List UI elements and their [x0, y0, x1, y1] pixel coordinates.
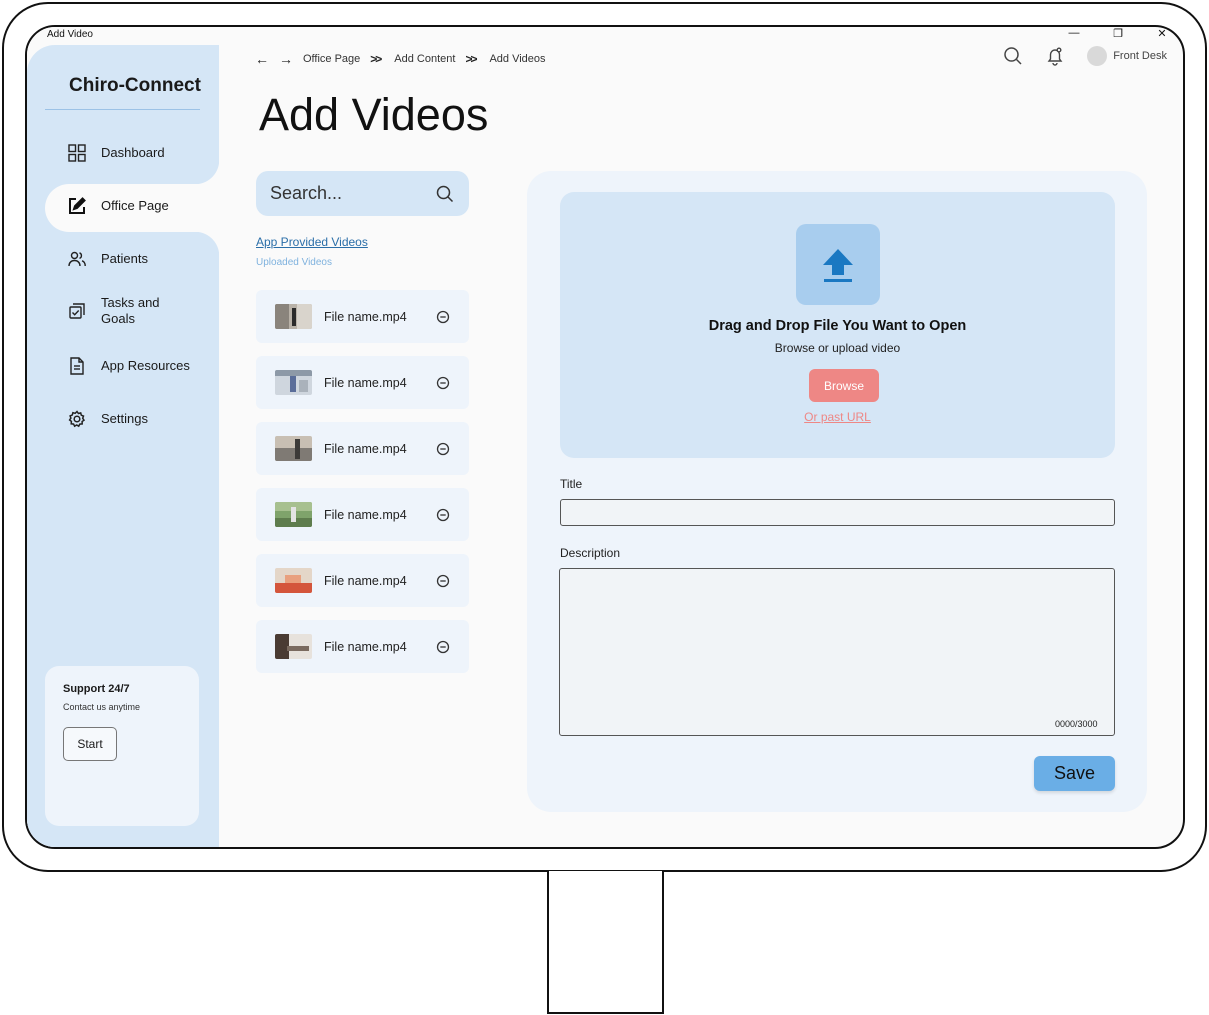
list-item[interactable]: File name.mp4 [256, 290, 469, 343]
sidebar: Chiro-Connect Dashboard Office Page Pati… [27, 27, 219, 847]
document-icon [70, 357, 84, 375]
users-icon [68, 251, 86, 267]
upload-arrow-icon [823, 248, 853, 282]
video-thumbnail [275, 436, 312, 461]
double-chevron-icon: >> [465, 52, 477, 66]
file-name: File name.mp4 [324, 441, 407, 456]
list-item[interactable]: File name.mp4 [256, 488, 469, 541]
sidebar-item-tasks-and-goals[interactable]: Tasks and Goals [67, 295, 171, 327]
support-title: Support 24/7 [63, 683, 130, 695]
video-thumbnail [275, 634, 312, 659]
window-controls: — ❐ ✕ [1067, 27, 1169, 40]
breadcrumb: ← → Office Page >> Add Content >> Add Vi… [255, 51, 546, 67]
character-counter: 0000/3000 [1055, 719, 1098, 729]
app-window: Chiro-Connect Dashboard Office Page Pati… [25, 25, 1185, 849]
description-label: Description [560, 546, 621, 560]
file-name: File name.mp4 [324, 375, 407, 390]
dashboard-grid-icon [68, 144, 86, 162]
dropzone-subtitle: Browse or upload video [774, 341, 901, 355]
brand-divider [45, 109, 200, 110]
support-subtitle: Contact us anytime [63, 702, 141, 712]
double-chevron-icon: >> [370, 52, 382, 66]
forward-arrow-icon[interactable]: → [279, 51, 293, 67]
edit-square-icon [69, 197, 86, 214]
sidebar-item-label: Patients [101, 251, 148, 266]
search-icon[interactable] [1003, 46, 1023, 66]
support-card: Support 24/7 Contact us anytime Start [45, 666, 199, 826]
list-item[interactable]: File name.mp4 [256, 620, 469, 673]
sidebar-item-label: App Resources [101, 358, 190, 373]
tab-uploaded-videos[interactable]: Uploaded Videos [256, 257, 332, 268]
title-label: Title [560, 477, 583, 491]
breadcrumb-office-page[interactable]: Office Page [303, 53, 360, 65]
sidebar-item-label: Settings [101, 411, 148, 426]
file-dropzone[interactable]: Drag and Drop File You Want to Open Brow… [560, 192, 1115, 458]
user-menu[interactable]: Front Desk [1087, 46, 1167, 66]
sidebar-item-label: Dashboard [101, 145, 165, 160]
file-name: File name.mp4 [324, 573, 407, 588]
paste-url-link[interactable]: Or past URL [560, 410, 1115, 424]
sidebar-item-label: Office Page [101, 198, 169, 213]
video-thumbnail [275, 304, 312, 329]
close-button[interactable]: ✕ [1155, 27, 1169, 40]
description-field[interactable] [559, 568, 1115, 736]
gear-icon [68, 410, 86, 428]
list-item[interactable]: File name.mp4 [256, 422, 469, 475]
window-title: Add Video [47, 29, 93, 40]
sidebar-item-label: Tasks and Goals [101, 295, 160, 326]
header-actions: Front Desk [1003, 46, 1167, 66]
file-name: File name.mp4 [324, 639, 407, 654]
remove-circle-icon[interactable] [436, 640, 450, 654]
file-name: File name.mp4 [324, 507, 407, 522]
sidebar-item-office-page[interactable]: Office Page [67, 196, 169, 216]
tasks-icon [69, 303, 85, 319]
user-name: Front Desk [1113, 49, 1167, 62]
breadcrumb-add-videos: Add Videos [489, 53, 546, 65]
file-name: File name.mp4 [324, 309, 407, 324]
breadcrumb-add-content[interactable]: Add Content [394, 53, 455, 65]
sidebar-item-app-resources[interactable]: App Resources [67, 356, 190, 376]
list-item[interactable]: File name.mp4 [256, 356, 469, 409]
remove-circle-icon[interactable] [436, 574, 450, 588]
avatar [1087, 46, 1108, 66]
sidebar-item-settings[interactable]: Settings [67, 409, 148, 429]
remove-circle-icon[interactable] [436, 310, 450, 324]
page-title: Add Videos [259, 89, 489, 140]
remove-circle-icon[interactable] [436, 376, 450, 390]
tab-app-provided-videos[interactable]: App Provided Videos [256, 235, 368, 249]
video-thumbnail [275, 502, 312, 527]
minimize-button[interactable]: — [1067, 27, 1081, 40]
monitor-stand [547, 871, 664, 1014]
back-arrow-icon[interactable]: ← [255, 51, 269, 67]
notification-bell-icon[interactable] [1045, 46, 1065, 66]
dropzone-title: Drag and Drop File You Want to Open [708, 318, 967, 334]
video-thumbnail [275, 370, 312, 395]
restore-button[interactable]: ❐ [1111, 27, 1125, 40]
list-item[interactable]: File name.mp4 [256, 554, 469, 607]
browse-button[interactable]: Browse [809, 369, 879, 402]
remove-circle-icon[interactable] [436, 442, 450, 456]
title-field[interactable] [560, 499, 1115, 526]
brand-logo: Chiro-Connect [69, 75, 201, 96]
remove-circle-icon[interactable] [436, 508, 450, 522]
video-thumbnail [275, 568, 312, 593]
upload-tile [796, 224, 880, 305]
sidebar-item-dashboard[interactable]: Dashboard [67, 143, 165, 163]
save-button[interactable]: Save [1034, 756, 1115, 791]
search-bar [256, 171, 469, 216]
search-icon[interactable] [435, 184, 455, 204]
upload-panel: Drag and Drop File You Want to Open Brow… [527, 171, 1147, 812]
search-input[interactable] [270, 183, 420, 204]
sidebar-item-patients[interactable]: Patients [67, 249, 148, 269]
start-button[interactable]: Start [63, 727, 117, 761]
